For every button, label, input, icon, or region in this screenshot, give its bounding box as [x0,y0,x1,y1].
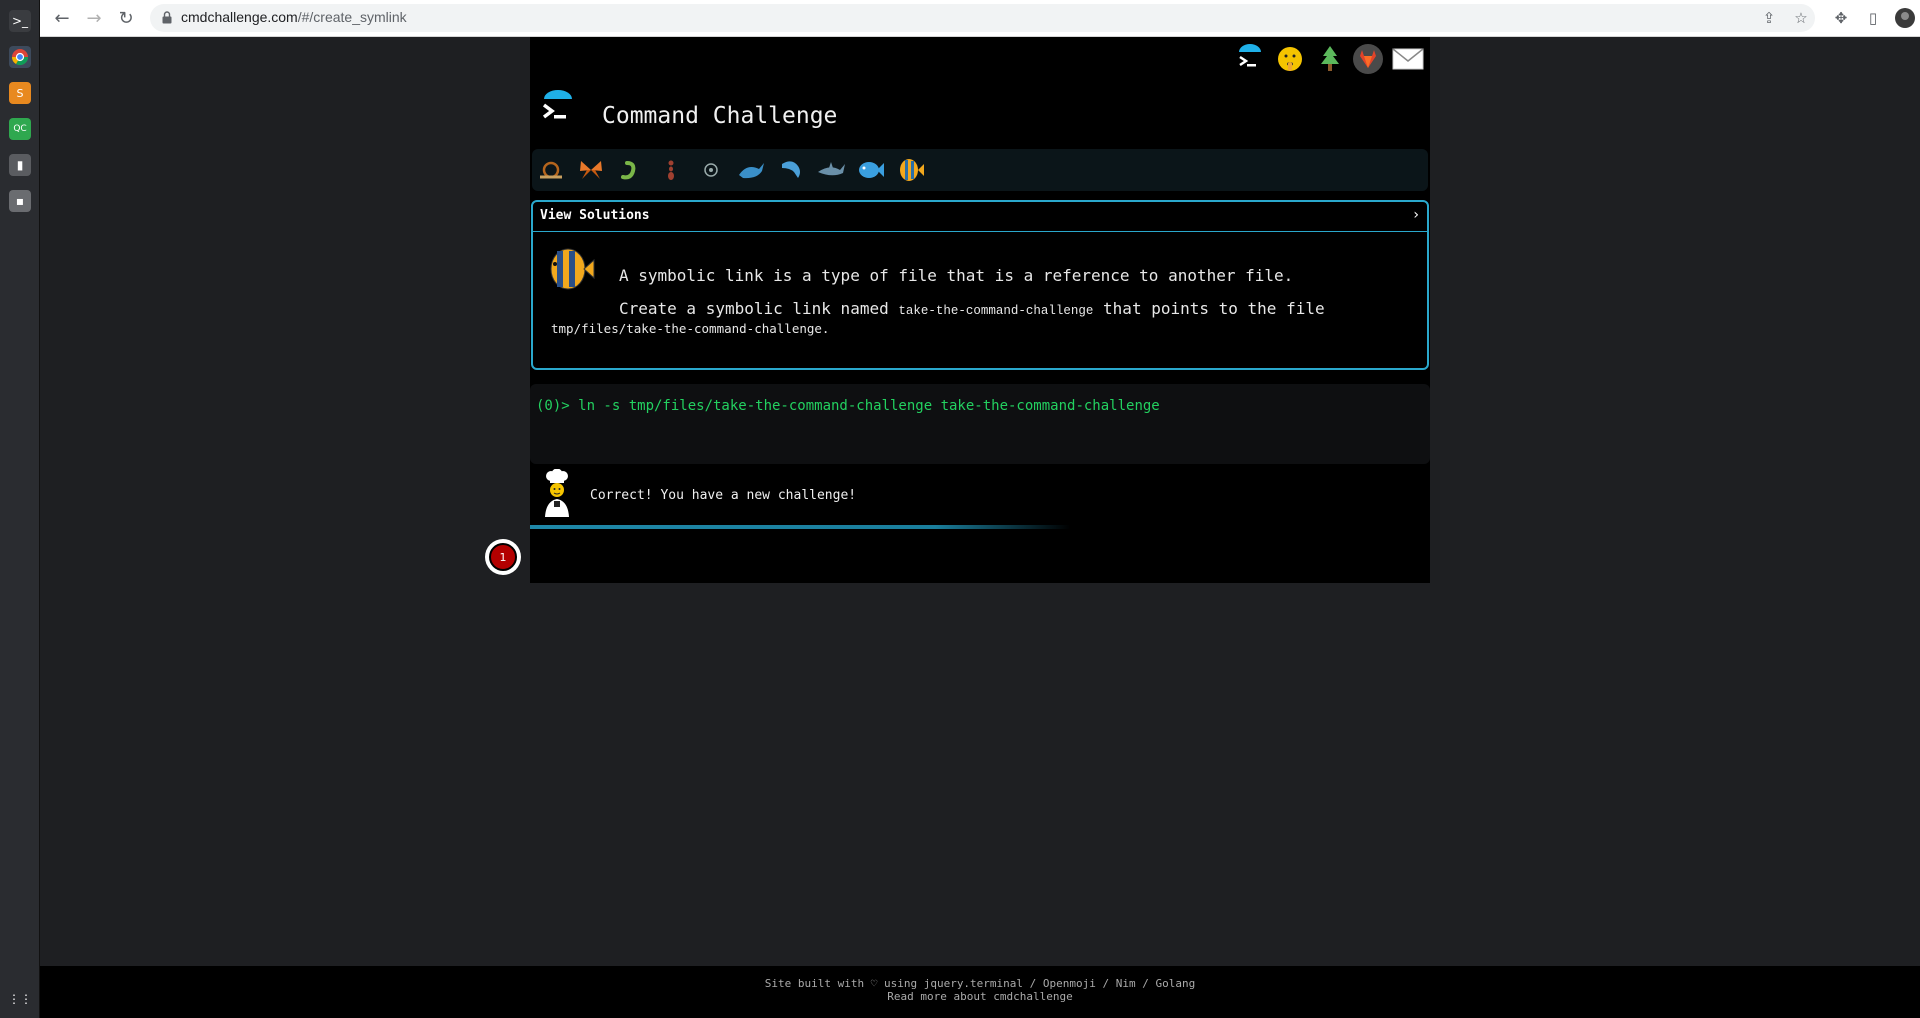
side-panel-icon[interactable]: ▯ [1862,7,1884,29]
notification-badge[interactable]: 1 [485,539,521,575]
challenge-description-intro: A symbolic link is a type of file that i… [619,266,1294,285]
response-message: Correct! You have a new challenge! [590,488,857,503]
gitlab-icon[interactable] [1350,41,1386,77]
progress-bar [530,525,1430,529]
footer: Site built with ♡ using jquery.terminal … [40,966,1920,1018]
view-solutions-toggle[interactable]: View Solutions › [533,202,1427,232]
extensions-icon[interactable]: ✥ [1830,7,1852,29]
ant-icon[interactable] [656,156,686,184]
notification-count: 1 [489,543,517,571]
reload-icon[interactable]: ↻ [114,7,138,29]
top-icons [1230,41,1430,81]
worm-icon[interactable] [616,156,646,184]
footer-credits: Site built with ♡ using jquery.terminal … [40,977,1920,990]
tropical-fish-icon [550,248,595,290]
fish-icon[interactable] [856,156,886,184]
butterfly-icon[interactable] [576,156,606,184]
bookmark-star-icon[interactable]: ☆ [1790,7,1812,29]
qt-app-icon[interactable]: QC [9,118,31,140]
task-prefix: Create a symbolic link named [619,299,899,318]
share-icon[interactable]: ⇪ [1758,7,1780,29]
footer-prefix: Site built with [764,977,871,990]
challenge-container: Command Challenge View Solutions › A sym… [530,37,1430,583]
chef-avatar-icon [545,469,569,517]
chrome-app-icon[interactable] [9,46,31,68]
os-dock: >_ S QC ▮ ▪ ⋮⋮ [0,0,40,1018]
microbe-icon[interactable] [696,156,726,184]
url-text: cmdchallenge.com/#/create_symlink [181,9,407,25]
chevron-right-icon: › [1413,207,1419,223]
sublime-app-icon[interactable]: S [9,82,31,104]
evergreen-tree-icon[interactable] [1312,41,1348,77]
profile-avatar[interactable] [1894,7,1916,29]
url-domain: cmdchallenge.com [181,9,298,25]
view-solutions-label: View Solutions [540,208,650,223]
challenge-card: View Solutions › A symbolic link is a ty… [531,200,1429,370]
footer-read-more-link[interactable]: Read more about cmdchallenge [40,990,1920,1003]
files-app-icon[interactable]: ▮ [9,154,31,176]
shark-icon[interactable] [816,156,846,184]
apps-grid-icon[interactable]: ⋮⋮ [8,988,32,1010]
task-suffix: that points to the file [1093,299,1325,318]
forward-icon[interactable]: → [82,7,106,29]
level-selector [532,149,1428,191]
page-title: Command Challenge [602,103,838,129]
browser-toolbar: ← → ↻ cmdchallenge.com/#/create_symlink … [40,0,1920,37]
snail-icon[interactable] [536,156,566,184]
site-logo-icon [542,90,572,119]
shushing-face-icon[interactable] [1272,41,1308,77]
lock-icon [162,11,172,24]
mail-icon[interactable] [1390,41,1426,77]
address-bar[interactable]: cmdchallenge.com/#/create_symlink ⇪ ☆ [150,4,1815,32]
page: Command Challenge View Solutions › A sym… [40,37,1920,1018]
terminal-app-icon[interactable]: >_ [9,10,31,32]
terminal-command: (0)> ln -s tmp/files/take-the-command-ch… [536,398,1160,414]
dolphin-icon[interactable] [776,156,806,184]
terminal-input[interactable]: (0)> ln -s tmp/files/take-the-command-ch… [530,384,1430,464]
tropical-fish-icon[interactable] [896,156,926,184]
task-target-path: tmp/files/take-the-command-challenge. [551,321,830,336]
whale-icon[interactable] [736,156,766,184]
url-path: /#/create_symlink [297,9,407,25]
terminal-logo-icon[interactable] [1232,41,1268,77]
footer-tech[interactable]: using jquery.terminal / Openmoji / Nim /… [877,977,1195,990]
task-link-name: take-the-command-challenge [898,304,1094,318]
back-icon[interactable]: ← [50,7,74,29]
challenge-description-task: Create a symbolic link named take-the-co… [619,299,1325,318]
disk-app-icon[interactable]: ▪ [9,190,31,212]
